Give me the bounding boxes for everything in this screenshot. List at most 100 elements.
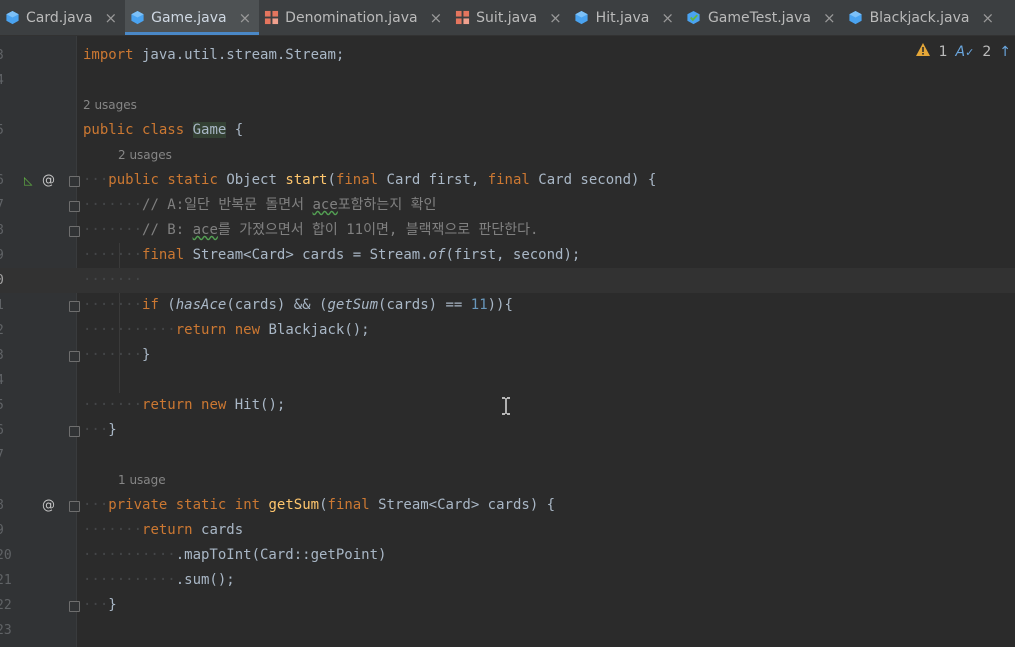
line-number: 7 [0, 443, 10, 468]
line-number: 22 [0, 598, 12, 613]
code-text: ( [158, 297, 176, 313]
line-number: 5 [0, 393, 10, 418]
code-text: Hit(); [226, 397, 286, 413]
fold-icon[interactable] [69, 201, 80, 212]
line-number: 8 [0, 218, 10, 243]
class-icon [129, 10, 145, 26]
usages-hint[interactable]: 2 usages [83, 98, 137, 112]
code-text: java.util.stream.Stream; [133, 47, 345, 63]
editor-tab-bar: Card.java × Game.java × Denomination.java × Su… [0, 0, 1015, 36]
tab-hit[interactable]: Hit.java × [570, 0, 682, 35]
class-name: Game [192, 122, 227, 138]
code-text: .sum(); [175, 572, 235, 588]
comment-text: // B: [142, 222, 193, 238]
enum-icon [454, 10, 470, 26]
code-text: Blackjack(); [260, 322, 370, 338]
tab-denomination[interactable]: Denomination.java × [259, 0, 450, 35]
keyword: final [142, 247, 185, 263]
code-text: first, [420, 172, 488, 188]
line-number: 8 [0, 493, 10, 518]
code-line: 21 ···········.sum(); [0, 568, 1015, 593]
tab-label: Suit.java [476, 9, 538, 26]
close-tab-icon[interactable]: × [239, 9, 252, 27]
current-code-line: 0 ······· [0, 268, 1015, 293]
comment-text: 를 가졌으면서 합이 11이면, 블랙잭으로 판단한다. [217, 222, 539, 238]
fold-icon[interactable] [69, 426, 80, 437]
keyword: static [175, 497, 227, 513]
keyword: import [83, 47, 134, 63]
code-line: 2 ···········return new Blackjack(); [0, 318, 1015, 343]
code-line: 9 ·······final Stream<Card> cards = Stre… [0, 243, 1015, 268]
line-number: 20 [0, 548, 12, 563]
code-line: 8 ·······// B: ace를 가졌으면서 합이 11이면, 블랙잭으로… [0, 218, 1015, 243]
close-tab-icon[interactable]: × [823, 9, 836, 27]
line-number: 4 [0, 68, 10, 93]
class-icon [4, 10, 20, 26]
code-editor[interactable]: 3 import java.util.stream.Stream; 4 2 us… [0, 36, 1015, 647]
code-text: } [108, 597, 117, 613]
annotation-icon[interactable]: @ [42, 493, 55, 518]
line-number: 21 [0, 573, 12, 588]
type-name: Card [538, 172, 572, 188]
line-number: 0 [0, 268, 10, 293]
text-cursor-icon [502, 397, 510, 415]
code-line: 1 ·······if (hasAce(cards) && (getSum(ca… [0, 293, 1015, 318]
comment-text: 포함하는지 확인 [337, 197, 437, 213]
code-text: Stream<Card> cards = Stream. [184, 247, 429, 263]
close-tab-icon[interactable]: × [549, 9, 562, 27]
more-tabs-icon[interactable]: ↓ [1002, 0, 1015, 35]
comment-text: // A:일단 반복문 돌면서 [142, 197, 313, 213]
class-icon [848, 10, 864, 26]
line-number: 3 [0, 343, 10, 368]
code-text: ( [319, 497, 328, 513]
tab-label: Blackjack.java [869, 9, 970, 26]
code-text: (cards) == [378, 297, 471, 313]
code-line: 22 ···} [0, 593, 1015, 618]
static-method: hasAce [175, 297, 227, 313]
tab-label: Game.java [151, 9, 227, 26]
code-line: 7 ·······// A:일단 반복문 돌면서 ace포함하는지 확인 [0, 193, 1015, 218]
code-line: 6 ···} [0, 418, 1015, 443]
code-line: 7 [0, 443, 1015, 468]
code-text: Stream<Card> cards) { [369, 497, 556, 513]
type-name: Object [226, 172, 277, 188]
line-number: 7 [0, 193, 10, 218]
annotation-icon[interactable]: @ [42, 168, 55, 193]
keyword: return [142, 397, 193, 413]
fold-icon[interactable] [69, 351, 80, 362]
keyword: new [201, 397, 227, 413]
line-number: 6 [0, 168, 10, 193]
number-literal: 11 [470, 297, 488, 313]
tab-gametest[interactable]: GameTest.java × [682, 0, 844, 35]
tab-blackjack[interactable]: Blackjack.java × [844, 0, 1003, 35]
close-tab-icon[interactable]: × [430, 9, 443, 27]
close-tab-icon[interactable]: × [982, 9, 995, 27]
usages-hint[interactable]: 2 usages [118, 148, 172, 162]
typo-word: ace [312, 197, 338, 213]
usages-hint[interactable]: 1 usage [118, 473, 166, 487]
test-class-icon [686, 10, 702, 26]
fold-icon[interactable] [69, 501, 80, 512]
keyword: static [167, 172, 218, 188]
fold-icon[interactable] [69, 601, 80, 612]
keyword: new [234, 322, 261, 338]
fold-icon[interactable] [69, 226, 80, 237]
code-line: 3 ·······} [0, 343, 1015, 368]
fold-icon[interactable] [69, 301, 80, 312]
tab-suit[interactable]: Suit.java × [450, 0, 570, 35]
code-text: } [108, 422, 117, 438]
implemented-icon[interactable]: ◺ [24, 168, 32, 193]
type-name: Card [386, 172, 421, 188]
close-tab-icon[interactable]: × [105, 9, 118, 27]
keyword: return [175, 322, 227, 338]
tab-game[interactable]: Game.java × [125, 0, 260, 35]
code-text: (cards) && ( [226, 297, 328, 313]
close-tab-icon[interactable]: × [661, 9, 674, 27]
line-number: 5 [0, 118, 10, 143]
tab-card[interactable]: Card.java × [0, 0, 125, 35]
class-icon [574, 10, 590, 26]
code-line: 5 public class Game { [0, 118, 1015, 143]
code-text: .mapToInt(Card::getPoint) [175, 547, 387, 563]
fold-icon[interactable] [69, 176, 80, 187]
line-number: 2 [0, 318, 10, 343]
